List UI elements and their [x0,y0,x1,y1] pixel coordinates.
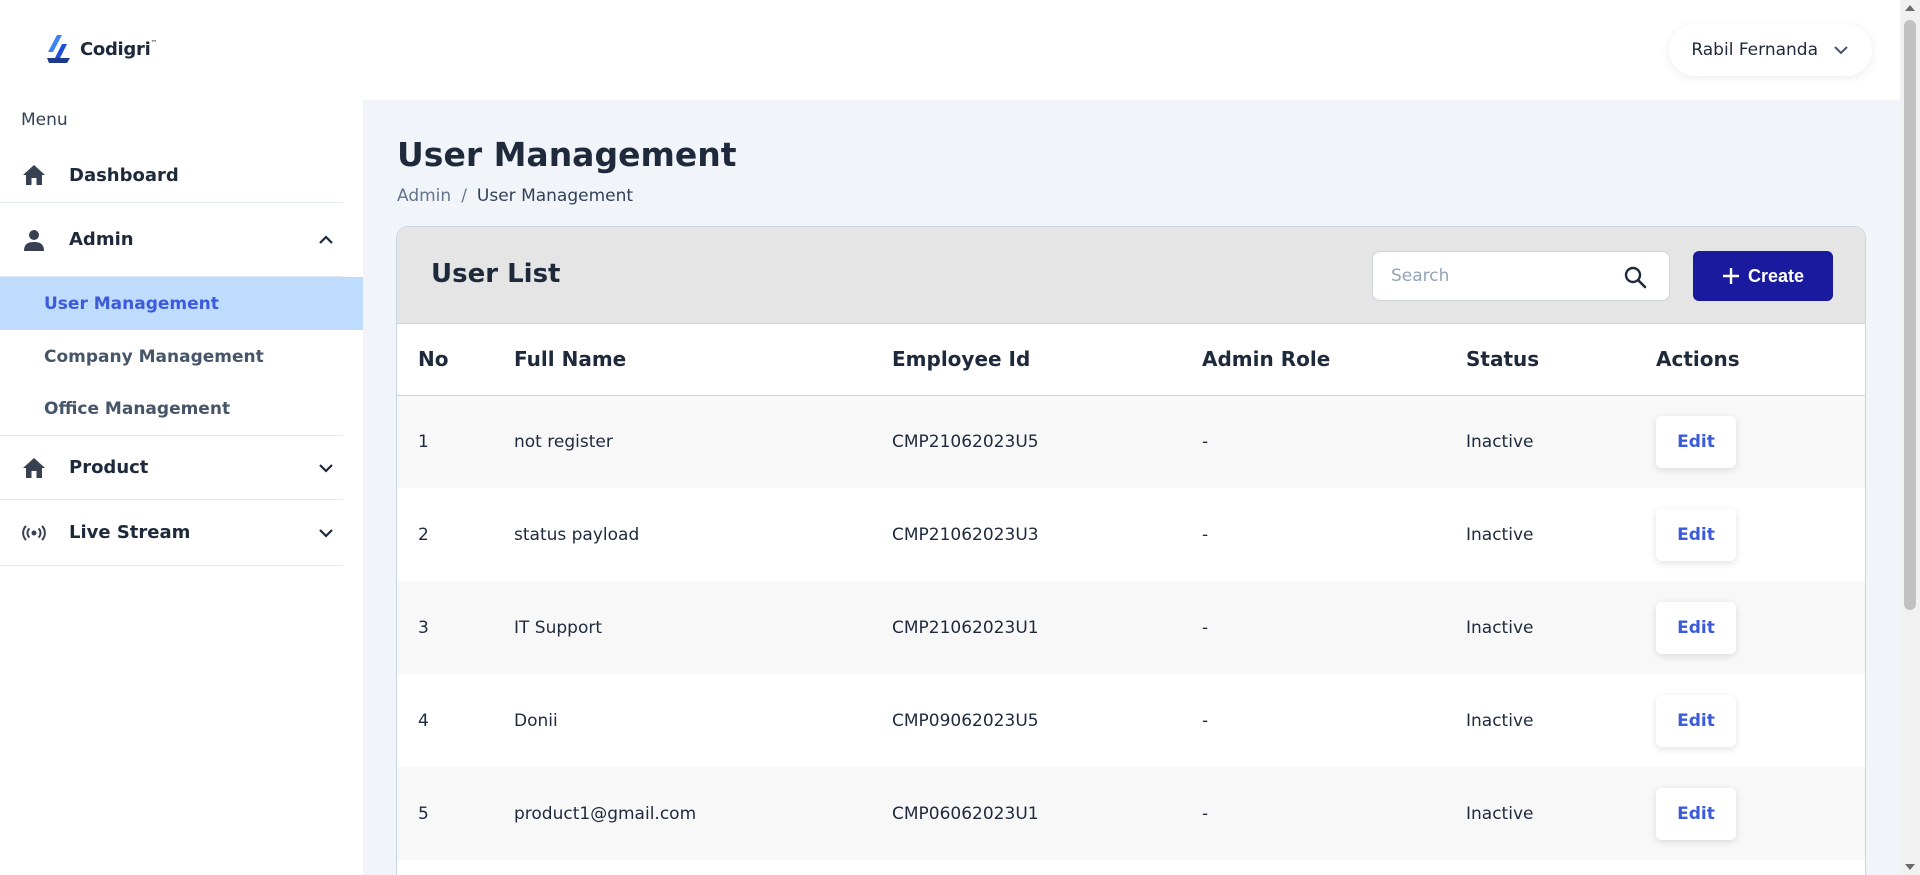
edit-button[interactable]: Edit [1656,415,1736,468]
cell-actions: Edit [1656,488,1865,581]
scroll-up-arrow-icon[interactable] [1905,5,1915,11]
card-header: User List Create [397,227,1865,324]
cell-actions: Edit [1656,674,1865,767]
column-header-full-name: Full Name [514,324,892,396]
cell-actions: Edit [1656,767,1865,860]
sidebar-item-label: Dashboard [69,164,179,186]
cell-employee-id: CMP09062023U5 [892,710,1039,731]
breadcrumb-separator: / [461,186,467,206]
breadcrumb-admin[interactable]: Admin [397,186,451,206]
table-row: 2 status payload CMP21062023U3 - Inactiv… [397,488,1865,581]
user-table: No Full Name Employee Id Admin Role Stat… [397,324,1865,860]
cell-admin-role: - [1202,617,1209,638]
cell-full-name: status payload [514,524,640,545]
cell-no: 4 [418,710,429,731]
sidebar-item-live-stream[interactable]: Live Stream [0,500,343,566]
search-input[interactable] [1373,266,1613,286]
cell-admin-role: - [1202,803,1209,824]
sidebar: Codigri™ Menu Dashboard Admin User Manag… [0,0,363,875]
cell-full-name: product1@gmail.com [514,803,697,824]
edit-button[interactable]: Edit [1656,694,1736,747]
cell-employee-id: CMP21062023U5 [892,431,1039,452]
sidebar-item-user-management[interactable]: User Management [0,277,363,330]
logo-icon [47,35,70,63]
sidebar-item-product[interactable]: Product [0,436,343,500]
cell-admin-role: - [1202,524,1209,545]
card-title: User List [431,259,561,289]
home-icon [21,162,47,188]
column-header-status: Status [1466,324,1656,396]
chevron-down-icon[interactable] [317,459,335,477]
create-button[interactable]: Create [1693,251,1833,301]
sidebar-nav: Dashboard Admin User Management Company … [0,148,363,566]
plus-icon [1722,268,1739,284]
brand-logo[interactable]: Codigri™ [46,34,157,64]
cell-no: 3 [418,617,429,638]
chevron-down-icon [1834,46,1848,55]
cell-actions: Edit [1656,395,1865,488]
cell-admin-role: - [1202,431,1209,452]
user-list-card: User List Create No Full Name Employee I… [396,226,1866,875]
page-title: User Management [397,135,737,174]
home-icon [21,455,47,481]
search-box [1372,251,1670,301]
cell-status: Inactive [1466,617,1534,638]
chevron-up-icon[interactable] [317,231,335,249]
cell-full-name: not register [514,431,613,452]
sidebar-item-label: Product [69,457,149,478]
table-row: 3 IT Support CMP21062023U1 - Inactive Ed… [397,581,1865,674]
sidebar-item-office-management[interactable]: Office Management [0,383,343,436]
scrollbar-thumb[interactable] [1904,20,1916,610]
broadcast-icon [21,520,47,546]
chevron-down-icon[interactable] [317,524,335,542]
user-menu-button[interactable]: Rabil Fernanda [1669,24,1872,76]
cell-full-name: Donii [514,710,558,731]
cell-status: Inactive [1466,524,1534,545]
table-row: 5 product1@gmail.com CMP06062023U1 - Ina… [397,767,1865,860]
column-header-actions: Actions [1656,324,1865,396]
table-header-row: No Full Name Employee Id Admin Role Stat… [397,324,1865,396]
cell-no: 5 [418,803,429,824]
page-scrollbar[interactable] [1900,0,1920,875]
table-row: 4 Donii CMP09062023U5 - Inactive Edit [397,674,1865,767]
sidebar-item-admin[interactable]: Admin [0,203,343,277]
user-name: Rabil Fernanda [1691,40,1818,60]
sidebar-item-company-management[interactable]: Company Management [0,330,363,383]
cell-status: Inactive [1466,803,1534,824]
cell-employee-id: CMP06062023U1 [892,803,1039,824]
search-icon[interactable] [1623,265,1647,289]
cell-status: Inactive [1466,431,1534,452]
edit-button[interactable]: Edit [1656,508,1736,561]
menu-label: Menu [21,110,68,130]
create-button-label: Create [1747,265,1805,286]
edit-button[interactable]: Edit [1656,601,1736,654]
cell-no: 2 [418,524,429,545]
column-header-no: No [397,324,514,396]
breadcrumb-current: User Management [476,186,634,206]
breadcrumb: Admin / User Management [397,186,633,206]
cell-no: 1 [418,431,429,452]
cell-full-name: IT Support [514,617,603,638]
scroll-down-arrow-icon[interactable] [1905,864,1915,870]
sidebar-item-label: Admin [69,229,134,250]
top-bar: Rabil Fernanda [363,0,1900,100]
cell-status: Inactive [1466,710,1534,731]
sidebar-item-dashboard[interactable]: Dashboard [0,148,343,203]
edit-button[interactable]: Edit [1656,787,1736,840]
cell-actions: Edit [1656,581,1865,674]
sidebar-item-label: Live Stream [69,522,191,543]
cell-employee-id: CMP21062023U1 [892,617,1039,638]
user-icon [21,227,47,253]
brand-name: Codigri™ [80,38,158,60]
cell-employee-id: CMP21062023U3 [892,524,1039,545]
column-header-admin-role: Admin Role [1202,324,1466,396]
cell-admin-role: - [1202,710,1209,731]
table-row: 1 not register CMP21062023U5 - Inactive … [397,395,1865,488]
column-header-employee-id: Employee Id [892,324,1202,396]
admin-submenu: User Management Company Management Offic… [0,277,363,436]
